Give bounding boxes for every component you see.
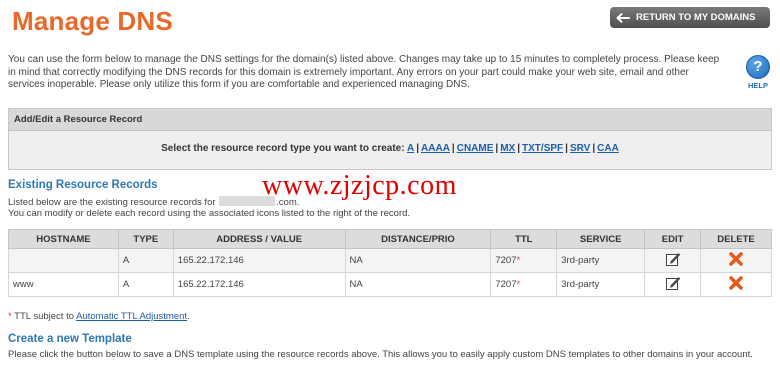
cell-service: 3rd-party (556, 248, 646, 273)
cell-ttl: 7207* (490, 272, 558, 297)
column-header-service: SERVICE (556, 229, 646, 249)
record-type-selector: Select the resource record type you want… (161, 143, 619, 154)
existing-records-line-1: Listed below are the existing resource r… (8, 196, 299, 209)
record-type-link-aaaa[interactable]: AAAA (421, 143, 450, 154)
cell-address: 165.22.172.146 (172, 272, 346, 297)
record-type-link-a[interactable]: A (407, 143, 414, 154)
record-type-link-srv[interactable]: SRV (570, 143, 590, 154)
panel-heading: Add/Edit a Resource Record (9, 109, 771, 131)
cell-delete (700, 272, 772, 297)
record-type-link-cname[interactable]: CNAME (457, 143, 494, 154)
add-edit-record-panel: Add/Edit a Resource Record Select the re… (8, 108, 772, 170)
ttl-value: 7207 (495, 255, 517, 266)
intro-text: You can use the form below to manage the… (8, 54, 720, 90)
return-button-label: RETURN TO MY DOMAINS (636, 12, 756, 23)
help-button[interactable]: ? HELP (746, 55, 770, 90)
ttl-footnote: * TTL subject to Automatic TTL Adjustmen… (8, 311, 190, 322)
footnote-end: . (187, 311, 190, 322)
create-template-text: Please click the button below to save a … (8, 349, 753, 360)
cell-hostname: www (8, 272, 119, 297)
table-row: A 165.22.172.146 NA 7207* 3rd-party (8, 248, 772, 273)
cell-ttl: 7207* (490, 248, 558, 273)
table-row: www A 165.22.172.146 NA 7207* 3rd-party (8, 272, 772, 297)
cell-type: A (117, 272, 174, 297)
pencil-edit-icon[interactable] (665, 251, 681, 267)
column-header-hostname: HOSTNAME (8, 229, 119, 249)
watermark-text: www.zjzjcp.com (262, 170, 457, 201)
ttl-marker: * (516, 279, 521, 290)
help-label: HELP (747, 81, 768, 90)
cell-hostname (8, 248, 119, 273)
cell-distance: NA (344, 248, 492, 273)
x-delete-icon[interactable] (728, 251, 744, 267)
record-type-link-mx[interactable]: MX (500, 143, 515, 154)
pencil-edit-icon[interactable] (665, 275, 681, 291)
record-type-link-caa[interactable]: CAA (597, 143, 619, 154)
return-to-my-domains-button[interactable]: RETURN TO MY DOMAINS (610, 7, 770, 28)
existing-records-line-2: You can modify or delete each record usi… (8, 208, 411, 219)
existing-line-1-text: Listed below are the existing resource r… (8, 197, 216, 208)
automatic-ttl-adjustment-link[interactable]: Automatic TTL Adjustment (76, 311, 187, 322)
record-type-prompt: Select the resource record type you want… (161, 143, 405, 154)
page-title: Manage DNS (12, 6, 173, 36)
cell-edit (644, 272, 702, 297)
x-delete-icon[interactable] (728, 275, 744, 291)
column-header-ttl: TTL (490, 229, 558, 249)
column-header-type: TYPE (117, 229, 174, 249)
column-header-delete: DELETE (700, 229, 772, 249)
question-circle-icon: ? (746, 55, 770, 79)
footnote-text: TTL subject to (11, 311, 77, 322)
table-header-row: HOSTNAME TYPE ADDRESS / VALUE DISTANCE/P… (8, 229, 772, 249)
column-header-address: ADDRESS / VALUE (172, 229, 346, 249)
cell-service: 3rd-party (556, 272, 646, 297)
resource-records-table: HOSTNAME TYPE ADDRESS / VALUE DISTANCE/P… (8, 229, 772, 297)
cell-distance: NA (344, 272, 492, 297)
column-header-edit: EDIT (644, 229, 702, 249)
arrow-left-icon (616, 12, 630, 23)
cell-delete (700, 248, 772, 273)
ttl-marker: * (516, 255, 521, 266)
existing-records-heading: Existing Resource Records (8, 179, 158, 191)
cell-address: 165.22.172.146 (172, 248, 346, 273)
ttl-value: 7207 (495, 279, 517, 290)
cell-edit (644, 248, 702, 273)
record-type-link-txt-spf[interactable]: TXT/SPF (522, 143, 563, 154)
create-template-heading: Create a new Template (8, 333, 132, 345)
column-header-distance: DISTANCE/PRIO (344, 229, 492, 249)
cell-type: A (117, 248, 174, 273)
